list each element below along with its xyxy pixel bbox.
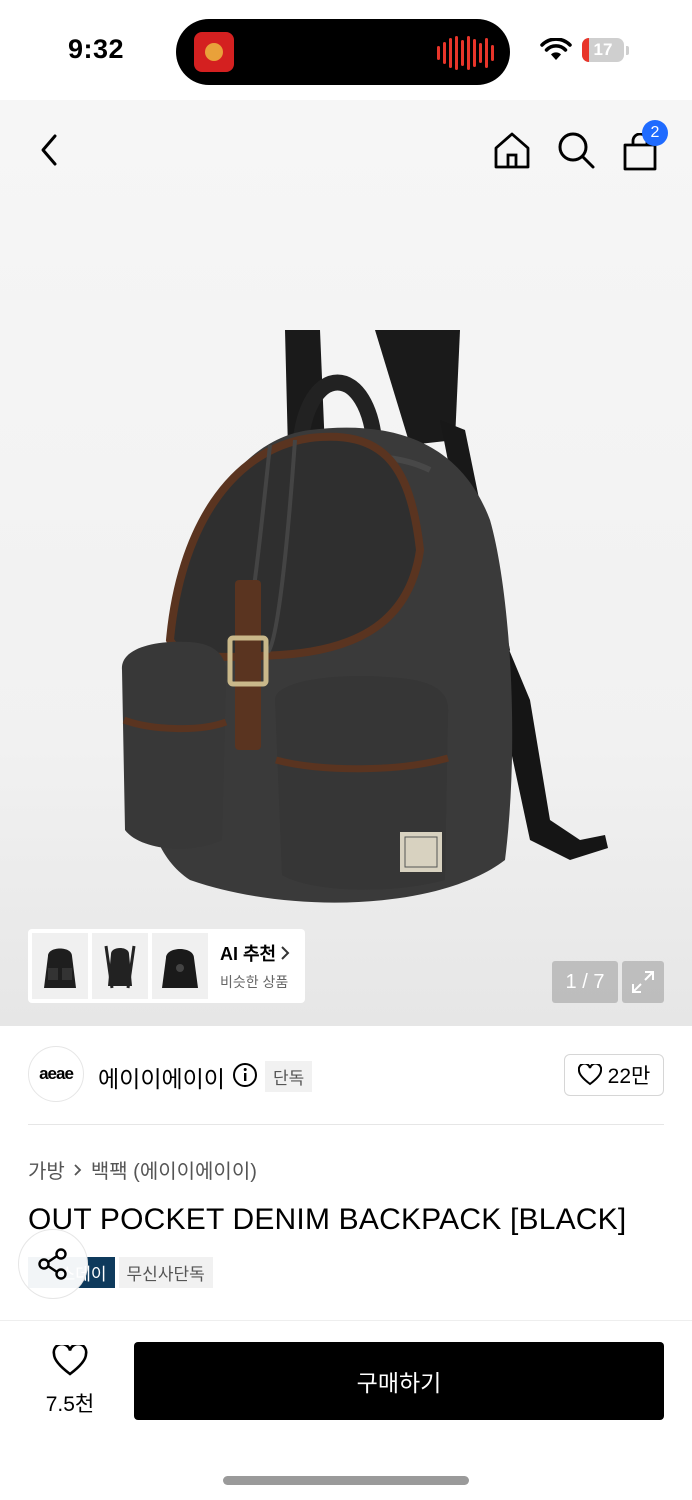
wishlist-button[interactable]: 7.5천 bbox=[30, 1342, 110, 1418]
ai-recommend-title: AI 추천 bbox=[220, 940, 290, 966]
search-button[interactable] bbox=[554, 128, 598, 172]
brand-row: aeae 에이이에이이 단독 22만 bbox=[28, 1046, 664, 1104]
status-time: 9:32 bbox=[68, 34, 125, 64]
ai-recommend-label: AI 추천 bbox=[220, 944, 277, 964]
battery-cap bbox=[626, 46, 629, 55]
share-icon bbox=[38, 1248, 67, 1280]
thumbnail-item[interactable] bbox=[32, 933, 88, 999]
breadcrumb: 가방 백팩 (에이이에이이) bbox=[28, 1155, 257, 1184]
heart-icon bbox=[577, 1064, 602, 1086]
dynamic-island bbox=[176, 19, 510, 85]
backpack-thumbnail-icon bbox=[162, 949, 198, 988]
cart-count-badge: 2 bbox=[642, 120, 668, 146]
brand-like-button[interactable]: 22만 bbox=[564, 1054, 664, 1096]
backpack-thumbnail-icon bbox=[44, 948, 76, 988]
chevron-right-icon bbox=[74, 1163, 82, 1176]
home-icon bbox=[494, 132, 530, 169]
expand-icon bbox=[632, 971, 654, 993]
chevron-right-icon bbox=[281, 946, 290, 960]
brand-logo[interactable]: aeae bbox=[28, 1046, 84, 1102]
product-title: OUT POCKET DENIM BACKPACK [BLACK] bbox=[28, 1203, 627, 1236]
cart-button[interactable]: 2 bbox=[618, 120, 668, 174]
thumbnail-item[interactable] bbox=[152, 933, 208, 999]
status-bar: 9:32 17 bbox=[0, 0, 692, 100]
brand-like-count: 22만 bbox=[607, 1065, 651, 1088]
ai-recommend-subtitle: 비슷한 상품 bbox=[220, 974, 289, 990]
wifi-icon bbox=[540, 38, 572, 60]
breadcrumb-category[interactable]: 가방 bbox=[28, 1155, 65, 1184]
exclusive-tag: 무신사단독 bbox=[118, 1257, 213, 1288]
ai-recommend-link[interactable]: AI 추천 비슷한 상품 bbox=[220, 940, 290, 992]
chevron-left-icon bbox=[41, 134, 57, 166]
ai-recommend-strip[interactable]: AI 추천 비슷한 상품 bbox=[28, 929, 305, 1003]
expand-button[interactable] bbox=[622, 961, 664, 1003]
breadcrumb-subcategory[interactable]: 백팩 (에이이에이이) bbox=[91, 1155, 257, 1184]
app-icon bbox=[194, 32, 234, 72]
brand-name[interactable]: 에이이에이이 bbox=[98, 1060, 225, 1094]
image-pager: 1 / 7 bbox=[552, 961, 618, 1003]
share-button[interactable] bbox=[18, 1229, 88, 1299]
home-button[interactable] bbox=[490, 128, 534, 172]
thumbnail-item[interactable] bbox=[92, 933, 148, 999]
backpack-thumbnail-icon bbox=[104, 945, 136, 989]
heart-icon bbox=[52, 1342, 88, 1376]
audio-wave-icon bbox=[437, 36, 494, 70]
back-button[interactable] bbox=[28, 128, 72, 172]
wishlist-count: 7.5천 bbox=[45, 1393, 95, 1416]
bottom-action-bar: 7.5천 구매하기 bbox=[0, 1320, 692, 1500]
info-icon[interactable] bbox=[232, 1062, 258, 1088]
buy-button[interactable]: 구매하기 bbox=[134, 1342, 664, 1420]
divider bbox=[28, 1124, 664, 1125]
search-icon bbox=[558, 132, 595, 169]
exclusive-badge: 단독 bbox=[265, 1061, 313, 1092]
battery-icon: 17 bbox=[582, 38, 624, 62]
battery-level: 17 bbox=[593, 40, 613, 59]
home-indicator[interactable] bbox=[223, 1476, 469, 1485]
product-image bbox=[121, 330, 608, 903]
product-image-gallery[interactable]: 2 AI 추천 비슷한 상품 1 / 7 bbox=[0, 100, 692, 1026]
